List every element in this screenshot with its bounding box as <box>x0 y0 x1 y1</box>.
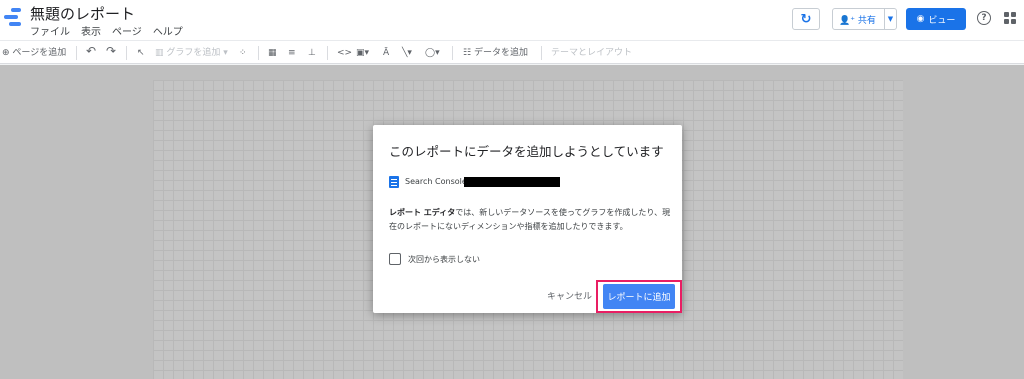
undo-icon[interactable]: ↶ <box>86 44 96 58</box>
share-button[interactable]: 👤⁺ 共有 ▼ <box>832 8 897 30</box>
datasource-name: Search Console <box>405 177 467 186</box>
dont-show-again-label[interactable]: 次回から表示しない <box>408 254 480 265</box>
description-bold: レポート エディタ <box>389 208 456 217</box>
add-page-button[interactable]: ⊕ ページを追加 <box>2 46 66 60</box>
community-viz-icon[interactable]: ⁘ <box>239 46 247 60</box>
datasource-icon <box>389 176 399 188</box>
text-box-icon[interactable]: Ā <box>383 46 389 60</box>
select-cursor-icon[interactable]: ↖ <box>137 46 145 60</box>
dialog-title: このレポートにデータを追加しようとしています <box>389 144 664 159</box>
menu-help[interactable]: ヘルプ <box>153 23 183 38</box>
date-range-icon[interactable]: ▦ <box>268 46 277 60</box>
share-label: 👤⁺ 共有 <box>839 16 876 26</box>
dont-show-again-checkbox[interactable] <box>389 253 401 265</box>
refresh-button[interactable]: ↻ <box>792 8 820 30</box>
theme-layout-button[interactable]: テーマとレイアウト <box>551 46 632 60</box>
dialog-description: レポート エディタでは、新しいデータソースを使ってグラフを作成したり、現在のレポ… <box>389 206 674 234</box>
filter-icon[interactable]: ≡ <box>288 46 296 60</box>
report-title[interactable]: 無題のレポート <box>30 3 135 24</box>
eye-icon: ◉ <box>916 14 925 24</box>
view-label: ビュー <box>928 15 956 26</box>
image-icon[interactable]: ▣▾ <box>356 46 369 60</box>
embed-code-icon[interactable]: <> <box>337 46 352 60</box>
add-person-icon: 👤⁺ <box>839 16 855 26</box>
add-chart-button[interactable]: ▥ グラフを追加 ▾ <box>155 46 228 60</box>
app-header: 無題のレポート ファイル 表示 ページ ヘルプ ↻ 👤⁺ 共有 ▼ ◉ ビュー … <box>0 0 1024 40</box>
menu-file[interactable]: ファイル <box>30 23 70 38</box>
refresh-icon: ↻ <box>800 11 812 27</box>
menu-page[interactable]: ページ <box>112 23 142 38</box>
help-icon[interactable]: ? <box>977 11 991 25</box>
redacted-text <box>464 177 560 187</box>
add-data-button[interactable]: ☷ データを追加 <box>463 46 528 60</box>
view-button[interactable]: ◉ ビュー <box>906 8 966 30</box>
plus-circle-icon: ⊕ <box>2 48 10 58</box>
chart-icon: ▥ <box>155 48 164 58</box>
redo-icon[interactable]: ↷ <box>106 44 116 58</box>
add-data-icon: ☷ <box>463 48 472 58</box>
shape-icon[interactable]: ◯▾ <box>425 46 440 60</box>
cancel-button[interactable]: キャンセル <box>547 289 592 302</box>
line-icon[interactable]: ╲▾ <box>402 46 412 60</box>
add-data-dialog: このレポートにデータを追加しようとしています Search Console レポ… <box>373 125 682 313</box>
data-studio-logo-icon[interactable] <box>4 8 22 30</box>
menu-bar: ファイル 表示 ページ ヘルプ <box>30 23 183 38</box>
menu-view[interactable]: 表示 <box>81 23 101 38</box>
data-control-icon[interactable]: ⊥ <box>308 46 316 60</box>
toolbar: ⊕ ページを追加 ↶ ↷ ↖ ▥ グラフを追加 ▾ ⁘ ▦ ≡ ⊥ <> ▣▾ … <box>0 40 1024 64</box>
apps-grid-icon[interactable] <box>1004 12 1016 24</box>
share-dropdown-icon[interactable]: ▼ <box>884 9 896 29</box>
add-to-report-button[interactable]: レポートに追加 <box>603 284 675 309</box>
